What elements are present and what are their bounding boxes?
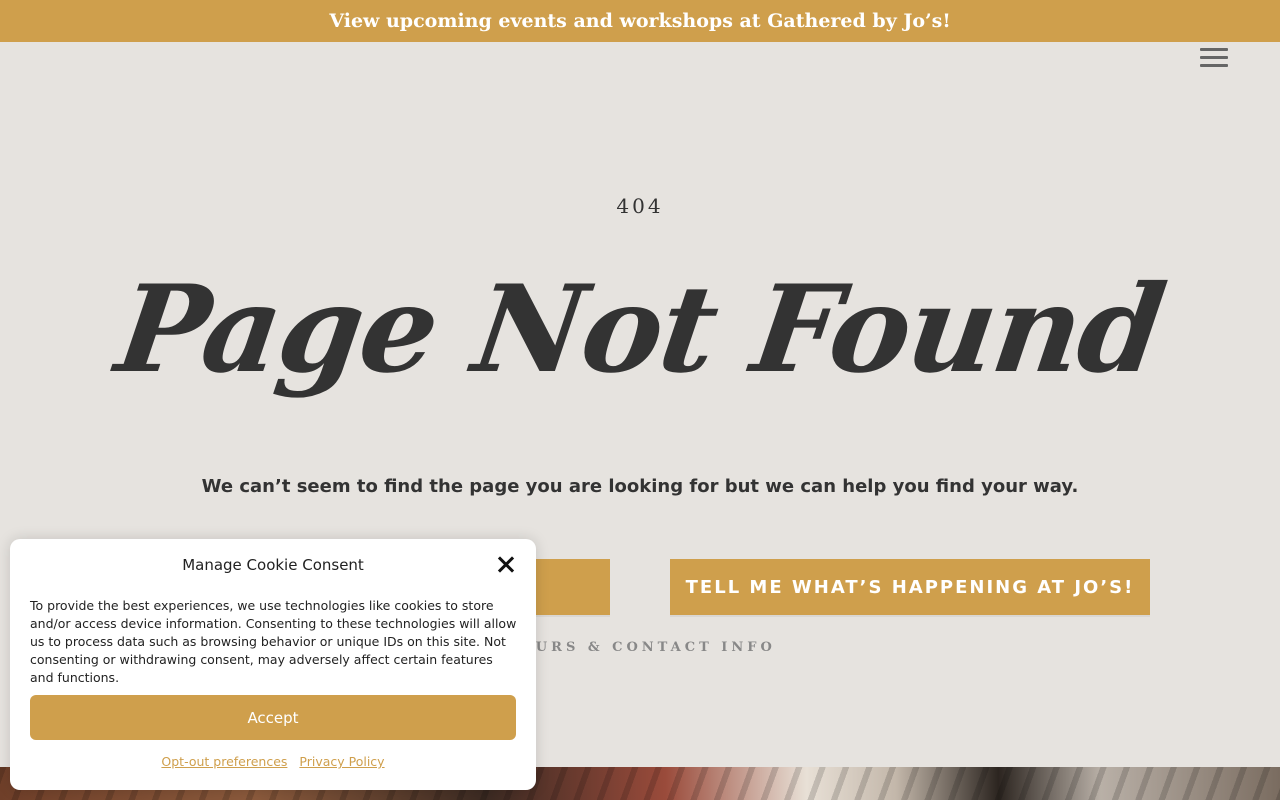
cookie-description: To provide the best experiences, we use … xyxy=(30,598,517,685)
events-banner-link[interactable]: View upcoming events and workshops at Ga… xyxy=(329,10,950,32)
announcement-banner: View upcoming events and workshops at Ga… xyxy=(0,0,1280,42)
page-subtitle: We can’t seem to find the page you are l… xyxy=(201,476,1079,497)
whats-happening-button[interactable]: TELL ME WHAT’S HAPPENING AT JO’S! xyxy=(670,559,1150,615)
cookie-consent-dialog: Manage Cookie Consent To provide the bes… xyxy=(10,539,536,790)
error-code: 404 xyxy=(616,194,664,218)
page-title: Page Not Found xyxy=(108,259,1172,400)
hamburger-menu-icon[interactable] xyxy=(1199,46,1229,70)
accept-button[interactable]: Accept xyxy=(30,695,516,740)
privacy-policy-link[interactable]: Privacy Policy xyxy=(299,754,384,769)
close-icon[interactable] xyxy=(496,555,516,575)
opt-out-preferences-link[interactable]: Opt-out preferences xyxy=(161,754,287,769)
cookie-links: Opt-out preferences Privacy Policy xyxy=(10,754,536,769)
cookie-dialog-title: Manage Cookie Consent xyxy=(182,556,364,574)
